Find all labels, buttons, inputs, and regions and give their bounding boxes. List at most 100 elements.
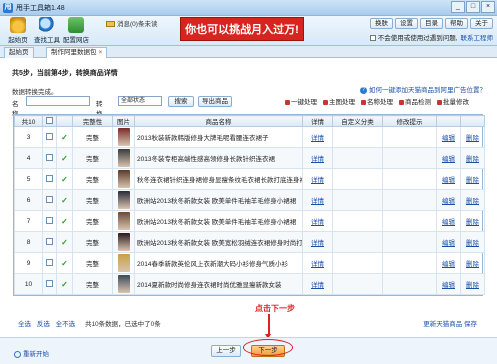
row-edit-cell[interactable]: 编辑 <box>436 147 461 169</box>
row-delete-cell[interactable]: 删除 <box>460 189 485 211</box>
row-checkbox-cell[interactable] <box>42 189 57 211</box>
status-select[interactable]: 全部状态 <box>118 96 162 106</box>
name-input[interactable] <box>26 96 90 106</box>
table-row[interactable]: 5 ✓ 完整 秋冬连衣裙针织连身裙修身显瘦条纹毛衣裙长款打底连身裙 详情 编辑 删除 <box>14 168 485 190</box>
contact-engineer-link[interactable]: 联系工程师 <box>461 35 494 42</box>
row-checkbox-cell[interactable] <box>42 168 57 190</box>
row-checkbox[interactable] <box>46 279 53 287</box>
row-delete-cell[interactable]: 删除 <box>460 210 485 232</box>
action-one-click[interactable]: 一键处理 <box>285 96 317 106</box>
tab-start[interactable]: 起始页 <box>4 47 34 58</box>
action-main-image[interactable]: 主图处理 <box>323 96 355 106</box>
edit-link[interactable]: 编辑 <box>442 219 455 226</box>
invert-selection-link[interactable]: 反选 <box>37 321 50 328</box>
edit-link[interactable]: 编辑 <box>442 177 455 184</box>
save-link[interactable]: 保存 <box>464 321 477 328</box>
table-row[interactable]: 3 ✓ 完整 2013秋装新款韩版修身大牌毛呢看腰连衣裙子 详情 编辑 删除 <box>14 126 485 148</box>
row-delete-cell[interactable]: 删除 <box>460 231 485 253</box>
edit-link[interactable]: 编辑 <box>442 240 455 247</box>
row-delete-cell[interactable]: 删除 <box>460 168 485 190</box>
delete-link[interactable]: 删除 <box>466 282 479 289</box>
maximize-button[interactable]: □ <box>466 1 480 13</box>
table-row[interactable]: 6 ✓ 完整 欧洲站2013秋冬新款女装 欧美单件毛袖羊毛修身小裙裙 详情 编辑 删除 <box>14 189 485 211</box>
row-detail-cell[interactable]: 详情 <box>302 168 333 190</box>
delete-link[interactable]: 删除 <box>466 135 479 142</box>
row-edit-cell[interactable]: 编辑 <box>436 189 461 211</box>
table-row[interactable]: 7 ✓ 完整 欧洲站2013秋冬新款女装 欧美单件毛袖羊毛修身小裙裙 详情 编辑 删除 <box>14 210 485 232</box>
folder-button[interactable]: 目录 <box>420 18 443 29</box>
delete-link[interactable]: 删除 <box>466 240 479 247</box>
detail-link[interactable]: 详情 <box>311 135 324 142</box>
detail-link[interactable]: 详情 <box>311 156 324 163</box>
select-all-checkbox[interactable] <box>46 116 53 124</box>
skin-button[interactable]: 换肤 <box>370 18 393 29</box>
row-edit-cell[interactable]: 编辑 <box>436 273 461 295</box>
edit-link[interactable]: 编辑 <box>442 282 455 289</box>
row-checkbox-cell[interactable] <box>42 252 57 274</box>
row-checkbox-cell[interactable] <box>42 147 57 169</box>
update-tmall-link[interactable]: 更新天猫商品 <box>423 321 462 328</box>
delete-link[interactable]: 删除 <box>466 261 479 268</box>
row-detail-cell[interactable]: 详情 <box>302 273 333 295</box>
select-all-link[interactable]: 全选 <box>18 321 31 328</box>
row-checkbox[interactable] <box>46 195 53 203</box>
row-edit-cell[interactable]: 编辑 <box>436 210 461 232</box>
help-checkbox[interactable] <box>369 35 376 42</box>
row-checkbox-cell[interactable] <box>42 231 57 253</box>
help-option[interactable]: 不会使用或使用过遇到问题, 联系工程师 <box>369 32 494 42</box>
delete-link[interactable]: 删除 <box>466 156 479 163</box>
row-detail-cell[interactable]: 详情 <box>302 231 333 253</box>
row-checkbox[interactable] <box>46 237 53 245</box>
tab-ali-package[interactable]: 制作阿里数据包 × <box>46 47 108 58</box>
row-edit-cell[interactable]: 编辑 <box>436 252 461 274</box>
table-row[interactable]: 4 ✓ 完整 2013冬装专柜高端性感高领修身长款针织连衣裙 详情 编辑 删除 <box>14 147 485 169</box>
search-button[interactable]: 搜索 <box>168 96 194 107</box>
row-checkbox-cell[interactable] <box>42 126 57 148</box>
about-button[interactable]: 关于 <box>470 18 493 29</box>
toolbar-find-button[interactable]: 查找工具 <box>33 17 61 44</box>
edit-link[interactable]: 编辑 <box>442 156 455 163</box>
detail-link[interactable]: 详情 <box>311 261 324 268</box>
promo-banner[interactable]: 你也可以挑战月入过万! <box>180 17 304 41</box>
messages-link[interactable]: 消息(0)条未读 <box>106 18 157 28</box>
toolbar-shop-button[interactable]: 配置网店 <box>62 17 90 44</box>
row-edit-cell[interactable]: 编辑 <box>436 231 461 253</box>
header-select[interactable] <box>42 115 57 127</box>
row-delete-cell[interactable]: 删除 <box>460 147 485 169</box>
export-button[interactable]: 导出商品 <box>198 96 232 107</box>
table-row[interactable]: 8 ✓ 完整 欧洲站2013秋冬新款女装 欧美宽松羽绒连衣裙修身时尚打底衫 详情 编辑 删除 <box>14 231 485 253</box>
row-detail-cell[interactable]: 详情 <box>302 126 333 148</box>
table-row[interactable]: 10 ✓ 完整 2014夏新款时尚修身连衣裙时尚优雅显瘦新款女装 详情 编辑 删除 <box>14 273 485 295</box>
help-link[interactable]: ? 如何一键添加天猫商品到阿里广告位置？ <box>360 84 486 94</box>
row-delete-cell[interactable]: 删除 <box>460 252 485 274</box>
edit-link[interactable]: 编辑 <box>442 261 455 268</box>
minimize-button[interactable]: _ <box>451 1 465 13</box>
row-detail-cell[interactable]: 详情 <box>302 252 333 274</box>
row-checkbox[interactable] <box>46 153 53 161</box>
row-edit-cell[interactable]: 编辑 <box>436 168 461 190</box>
table-row[interactable]: 9 ✓ 完整 2014春季新款英伦风上衣新潮大码小衫修身气质小衫 详情 编辑 删除 <box>14 252 485 274</box>
row-edit-cell[interactable]: 编辑 <box>436 126 461 148</box>
delete-link[interactable]: 删除 <box>466 219 479 226</box>
edit-link[interactable]: 编辑 <box>442 135 455 142</box>
close-tab-icon[interactable]: × <box>99 49 103 56</box>
row-delete-cell[interactable]: 删除 <box>460 273 485 295</box>
edit-link[interactable]: 编辑 <box>442 198 455 205</box>
detail-link[interactable]: 详情 <box>311 177 324 184</box>
close-button[interactable]: × <box>481 1 495 13</box>
settings-button[interactable]: 设置 <box>395 18 418 29</box>
detail-link[interactable]: 详情 <box>311 240 324 247</box>
restart-link[interactable]: 重新开始 <box>14 348 49 358</box>
row-detail-cell[interactable]: 详情 <box>302 147 333 169</box>
help-button[interactable]: 帮助 <box>445 18 468 29</box>
row-checkbox[interactable] <box>46 216 53 224</box>
row-checkbox[interactable] <box>46 258 53 266</box>
delete-link[interactable]: 删除 <box>466 177 479 184</box>
row-checkbox[interactable] <box>46 132 53 140</box>
detail-link[interactable]: 详情 <box>311 198 324 205</box>
row-detail-cell[interactable]: 详情 <box>302 210 333 232</box>
delete-link[interactable]: 删除 <box>466 198 479 205</box>
row-detail-cell[interactable]: 详情 <box>302 189 333 211</box>
row-checkbox[interactable] <box>46 174 53 182</box>
row-delete-cell[interactable]: 删除 <box>460 126 485 148</box>
